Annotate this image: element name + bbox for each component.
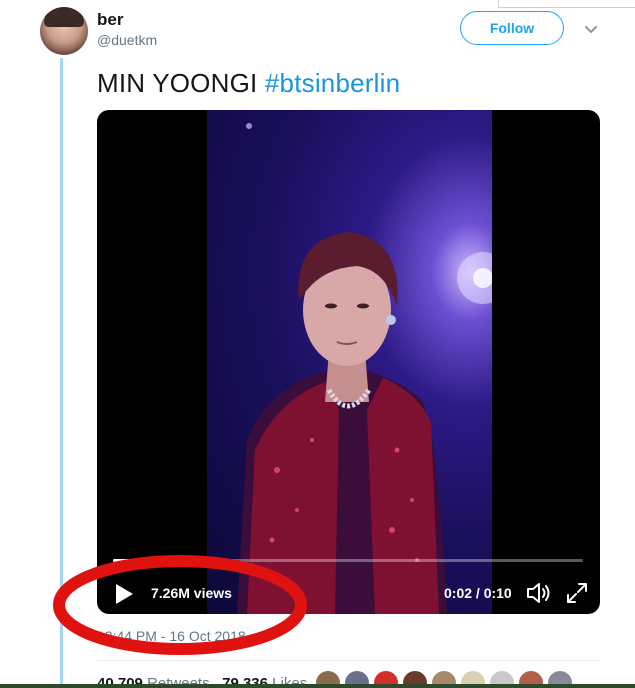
bottom-strip	[0, 684, 635, 688]
author-handle[interactable]: @duetkm	[97, 32, 157, 48]
video-time: 0:02 / 0:10	[444, 585, 512, 601]
video-frame	[207, 110, 492, 614]
tweet-timestamp[interactable]: 12:44 PM - 16 Oct 2018	[97, 628, 246, 644]
thread-line	[60, 58, 63, 688]
play-icon[interactable]	[113, 582, 135, 606]
progress-bar[interactable]	[113, 559, 583, 562]
top-popup-edge	[498, 0, 635, 8]
tweet-page: ber @duetkm Follow MIN YOONGI #btsinberl…	[0, 0, 635, 688]
video-still	[237, 123, 492, 614]
video-player[interactable]: 7.26M views 0:02 / 0:10	[97, 110, 600, 614]
tweet-text: MIN YOONGI #btsinberlin	[97, 68, 400, 99]
fullscreen-icon[interactable]	[565, 581, 589, 605]
divider	[97, 660, 600, 661]
view-count: 7.26M views	[151, 585, 232, 601]
tweet-text-plain: MIN YOONGI	[97, 68, 258, 98]
avatar[interactable]	[40, 7, 88, 55]
hashtag-link[interactable]: #btsinberlin	[265, 68, 400, 98]
chevron-down-icon[interactable]	[583, 21, 599, 37]
volume-icon[interactable]	[525, 580, 553, 606]
follow-button[interactable]: Follow	[460, 11, 564, 45]
progress-fill	[113, 559, 207, 562]
author-display-name[interactable]: ber	[97, 10, 123, 30]
